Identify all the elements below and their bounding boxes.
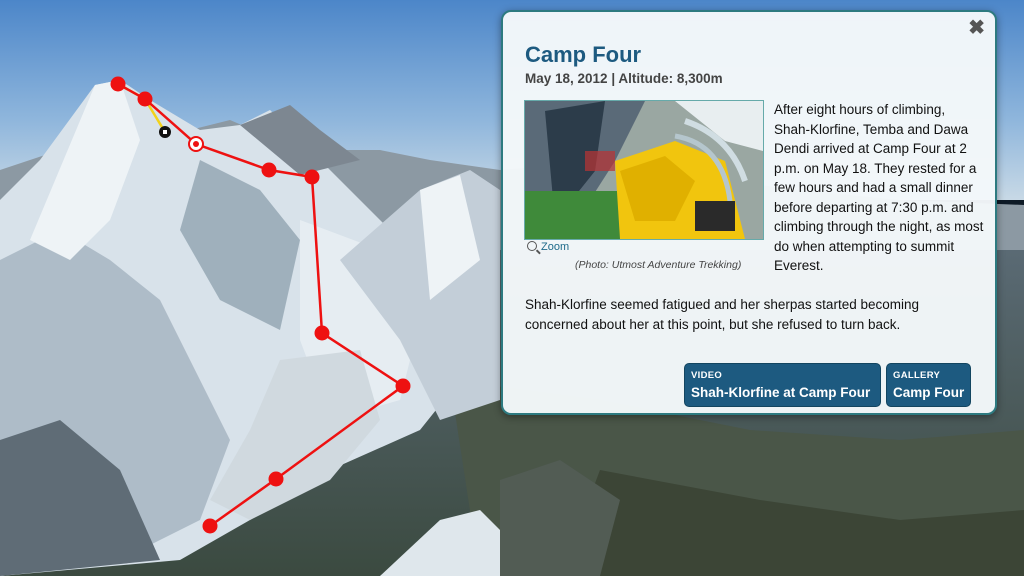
zoom-link[interactable]: Zoom <box>527 241 569 253</box>
description-paragraph-1: After eight hours of climbing, Shah-Klor… <box>774 102 984 273</box>
gallery-button-kind: GALLERY <box>893 370 941 381</box>
camp-photo[interactable] <box>524 100 764 240</box>
video-button-label: Shah-Klorfine at Camp Four <box>691 385 871 400</box>
route-point[interactable] <box>314 325 330 341</box>
description-paragraph-2: Shah-Klorfine seemed fatigued and her sh… <box>525 297 919 332</box>
route-point[interactable] <box>137 91 153 107</box>
route-point[interactable] <box>395 378 411 394</box>
gallery-button-label: Camp Four <box>893 385 965 400</box>
route-point[interactable] <box>110 76 126 92</box>
close-icon[interactable]: ✖ <box>968 18 985 38</box>
panel-title: Camp Four <box>525 42 642 67</box>
video-button[interactable]: VIDEO Shah-Klorfine at Camp Four <box>684 363 881 407</box>
route-point[interactable] <box>261 162 277 178</box>
current-position-marker[interactable] <box>159 126 171 138</box>
route-point[interactable] <box>304 169 320 185</box>
zoom-label: Zoom <box>541 241 570 253</box>
route-point[interactable] <box>268 471 284 487</box>
gallery-button[interactable]: GALLERY Camp Four <box>886 363 971 407</box>
route-point[interactable] <box>202 518 218 534</box>
video-button-kind: VIDEO <box>691 370 723 381</box>
panel-subtitle: May 18, 2012 | Altitude: 8,300m <box>525 71 723 86</box>
camp-target-marker[interactable] <box>188 136 204 152</box>
info-panel: ✖ Camp Four May 18, 2012 | Altitude: 8,3… <box>501 10 997 415</box>
magnifier-icon <box>527 241 537 251</box>
photo-credit: (Photo: Utmost Adventure Trekking) <box>575 259 742 271</box>
